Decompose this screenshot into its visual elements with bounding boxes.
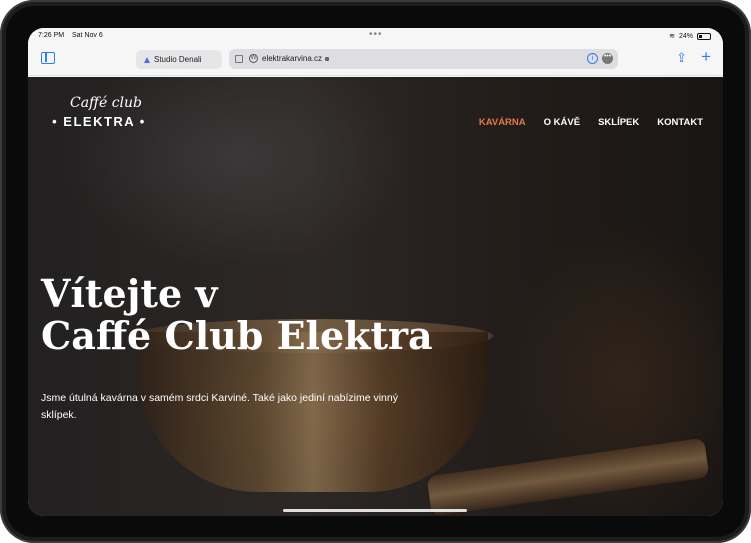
address-bar[interactable]: W elektrakarvina.cz i ••• <box>229 49 618 69</box>
wordpress-icon: W <box>249 54 258 63</box>
share-icon[interactable]: ⇪ <box>676 50 687 66</box>
hero-title-line2: Caffé Club Elektra <box>41 313 433 358</box>
status-date: Sat Nov 6 <box>72 32 103 39</box>
home-indicator[interactable] <box>283 509 467 512</box>
sidebar-icon[interactable] <box>41 52 55 64</box>
hero-text: Jsme útulná kavárna v samém srdci Karvin… <box>41 392 398 421</box>
nav-item-o-kave[interactable]: O KÁVĚ <box>544 117 580 128</box>
nav-item-kavarna[interactable]: KAVÁRNA <box>479 117 526 128</box>
url-value: elektrakarvina.cz <box>262 54 323 63</box>
main-nav: KAVÁRNA O KÁVĚ SKLÍPEK KONTAKT <box>479 117 703 128</box>
status-bar: 7:26 PM Sat Nov 6 ••• ≋ 24% <box>28 28 723 46</box>
lock-icon <box>325 56 330 61</box>
hero-title: Vítejte v Caffé Club Elektra <box>41 273 461 357</box>
tab-overview-icon[interactable] <box>235 55 243 63</box>
hero-section: Caffé club • ELEKTRA • KAVÁRNA O KÁVĚ SK… <box>28 77 723 516</box>
browser-toolbar: Studio Denali W elektrakarvina.cz i ••• … <box>28 46 723 76</box>
url-text[interactable]: elektrakarvina.cz <box>262 54 330 63</box>
hero-title-line1: Vítejte v <box>41 271 218 316</box>
logo-script: Caffé club <box>70 95 143 111</box>
plus-icon[interactable]: + <box>701 47 711 67</box>
ipad-frame: 7:26 PM Sat Nov 6 ••• ≋ 24% Studio Denal… <box>0 0 751 543</box>
tab-group-label: Studio Denali <box>154 55 202 64</box>
site-logo[interactable]: Caffé club • ELEKTRA • <box>44 95 154 135</box>
tab-group-button[interactable]: Studio Denali <box>136 50 222 69</box>
screen: 7:26 PM Sat Nov 6 ••• ≋ 24% Studio Denal… <box>28 28 723 516</box>
battery-icon <box>697 32 711 40</box>
wifi-icon: ≋ <box>669 33 675 40</box>
more-icon[interactable]: ••• <box>602 53 613 64</box>
status-right: ≋ 24% <box>669 32 711 40</box>
nav-item-sklipek[interactable]: SKLÍPEK <box>598 117 639 128</box>
nav-item-kontakt[interactable]: KONTAKT <box>657 117 703 128</box>
info-icon[interactable]: i <box>587 53 598 64</box>
tab-group-icon <box>144 56 150 63</box>
status-time: 7:26 PM <box>38 32 65 39</box>
multitasking-dots-icon[interactable]: ••• <box>369 29 383 40</box>
battery-percent: 24% <box>678 32 693 40</box>
logo-main: • ELEKTRA • <box>52 114 146 129</box>
